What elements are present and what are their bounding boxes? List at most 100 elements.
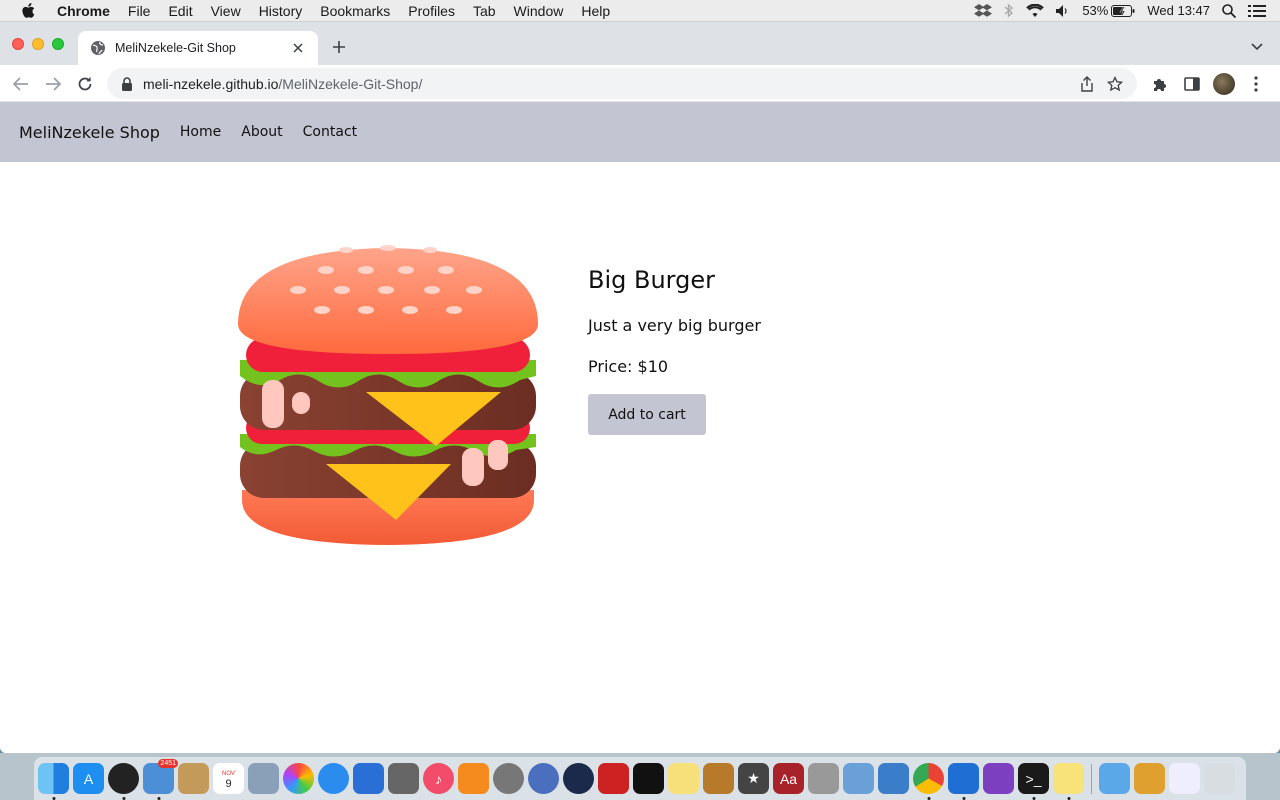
quicktime-icon[interactable] (563, 763, 594, 794)
launchpad-icon[interactable] (108, 763, 139, 800)
add-to-cart-button[interactable]: Add to cart (588, 394, 706, 435)
forward-arrow-icon[interactable] (39, 70, 67, 98)
mail-icon[interactable]: 2451 (143, 759, 178, 800)
globe-icon (90, 40, 106, 56)
apple-icon[interactable] (18, 0, 38, 22)
address-bar[interactable]: meli-nzekele.github.io/MeliNzekele-Git-S… (107, 68, 1137, 99)
system-preferences-icon[interactable] (493, 763, 524, 794)
kebab-menu-icon[interactable] (1240, 71, 1272, 97)
menu-app-name[interactable]: Chrome (48, 0, 119, 22)
side-panel-icon[interactable] (1176, 71, 1208, 97)
vscode-icon[interactable] (948, 763, 979, 800)
dock-separator (1091, 763, 1092, 794)
finder-icon[interactable] (38, 763, 69, 800)
tab-active[interactable]: MeliNzekele-Git Shop (78, 31, 318, 65)
menu-bookmarks[interactable]: Bookmarks (311, 0, 399, 22)
product-card: Big Burger Just a very big burger Price:… (236, 242, 856, 552)
tab-search-chevron-icon[interactable] (1250, 40, 1264, 54)
lock-icon[interactable] (121, 76, 135, 91)
notes-icon[interactable] (1053, 763, 1084, 800)
safari-icon[interactable] (318, 763, 349, 794)
disk-utility-icon[interactable] (808, 763, 839, 794)
spotlight-search-icon[interactable] (1222, 3, 1236, 18)
nav-about[interactable]: About (241, 124, 282, 140)
window-controls (12, 38, 72, 50)
image-capture-icon[interactable] (843, 763, 874, 794)
zoom-window-button[interactable] (52, 38, 64, 50)
contacts-icon[interactable] (178, 763, 209, 794)
calendar-icon[interactable]: NOV 9 (213, 763, 244, 794)
menu-file[interactable]: File (119, 0, 160, 22)
back-arrow-icon[interactable] (7, 70, 35, 98)
calendar-month: NOV (221, 770, 235, 777)
bluetooth-icon[interactable] (1004, 3, 1014, 18)
network-utility-icon[interactable] (528, 763, 559, 794)
wifi-icon[interactable] (1026, 4, 1045, 17)
new-tab-button[interactable] (329, 37, 349, 57)
reload-icon[interactable] (71, 70, 99, 98)
trash-icon[interactable] (1204, 763, 1235, 794)
profile-avatar[interactable] (1208, 71, 1240, 97)
close-tab-icon[interactable] (290, 40, 306, 56)
menu-window[interactable]: Window (505, 0, 573, 22)
burger-image (236, 242, 540, 548)
product-title: Big Burger (588, 266, 715, 294)
archive-icon[interactable] (1134, 763, 1165, 794)
menu-tab[interactable]: Tab (464, 0, 505, 22)
calendar-day: 9 (225, 777, 232, 790)
books-icon[interactable] (458, 763, 489, 794)
numbers-icon[interactable] (878, 763, 909, 794)
app-store-icon[interactable]: A (73, 763, 104, 794)
web-page: MeliNzekele Shop Home About Contact Big … (0, 102, 1280, 753)
battery-icon[interactable] (1111, 4, 1135, 17)
podcast-icon[interactable] (633, 763, 664, 794)
product-description: Just a very big burger (588, 316, 761, 335)
share-icon[interactable] (1073, 75, 1101, 92)
menu-profiles[interactable]: Profiles (399, 0, 464, 22)
photo-booth-icon[interactable] (598, 763, 629, 794)
stickies-icon[interactable] (668, 763, 699, 794)
folder-icon[interactable] (1099, 763, 1130, 794)
tab-title: MeliNzekele-Git Shop (115, 41, 236, 55)
menubar: Chrome File Edit View History Bookmarks … (0, 0, 1280, 22)
menu-help[interactable]: Help (572, 0, 619, 22)
dock: A 2451 NOV 9 ♪ ★ Aa >_ (34, 757, 1246, 800)
imovie-icon[interactable]: ★ (738, 763, 769, 794)
site-navbar: MeliNzekele Shop Home About Contact (0, 102, 1280, 162)
dock-area: A 2451 NOV 9 ♪ ★ Aa >_ (0, 753, 1280, 800)
control-center-icon[interactable] (1248, 4, 1266, 18)
nav-contact[interactable]: Contact (303, 124, 357, 140)
menu-edit[interactable]: Edit (159, 0, 201, 22)
product-price: Price: $10 (588, 357, 669, 376)
volume-icon[interactable] (1056, 4, 1070, 17)
extensions-puzzle-icon[interactable] (1144, 71, 1176, 97)
github-desktop-icon[interactable] (983, 763, 1014, 794)
site-brand[interactable]: MeliNzekele Shop (19, 123, 160, 142)
bookmark-star-icon[interactable] (1101, 75, 1129, 92)
menu-history[interactable]: History (250, 0, 312, 22)
mail-badge: 2451 (158, 759, 178, 768)
document-stack-icon[interactable] (1169, 763, 1200, 794)
url-path: /MeliNzekele-Git-Shop/ (278, 75, 423, 92)
battery-percent: 53% (1082, 3, 1109, 18)
url-host: meli-nzekele.github.io (143, 75, 279, 92)
close-window-button[interactable] (12, 38, 24, 50)
menu-view[interactable]: View (202, 0, 250, 22)
toolbar-actions (1144, 71, 1272, 97)
bluetooth-app-icon[interactable] (353, 763, 384, 794)
browser-toolbar: meli-nzekele.github.io/MeliNzekele-Git-S… (0, 65, 1280, 102)
garageband-icon[interactable] (703, 763, 734, 794)
music-icon[interactable]: ♪ (423, 763, 454, 794)
terminal-icon[interactable]: >_ (1018, 763, 1049, 800)
chrome-icon[interactable] (913, 763, 944, 800)
dictionary-icon[interactable]: Aa (773, 763, 804, 794)
photos-icon[interactable] (283, 763, 314, 794)
calculator-icon[interactable] (388, 763, 419, 794)
preview-icon[interactable] (248, 763, 279, 794)
nav-home[interactable]: Home (180, 124, 221, 140)
dropbox-icon[interactable] (974, 3, 993, 18)
minimize-window-button[interactable] (32, 38, 44, 50)
clock[interactable]: Wed 13:47 (1147, 3, 1210, 18)
menubar-status-area: 53% Wed 13:47 (962, 0, 1280, 22)
address-bar-actions (1073, 75, 1137, 92)
